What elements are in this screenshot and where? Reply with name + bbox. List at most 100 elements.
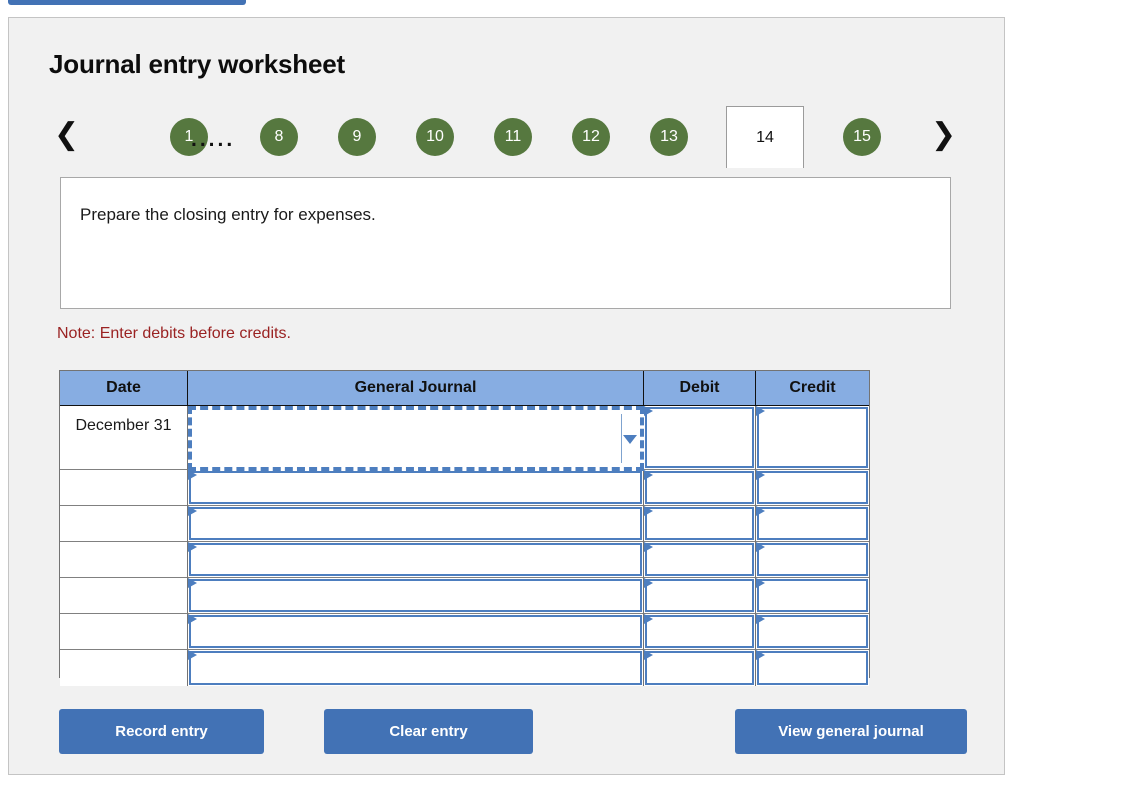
general-journal-cell[interactable] bbox=[188, 506, 644, 542]
cell-marker-icon bbox=[188, 470, 197, 480]
cell-marker-icon bbox=[756, 406, 765, 416]
debit-input[interactable] bbox=[645, 651, 754, 685]
credit-cell[interactable] bbox=[756, 406, 869, 470]
cell-marker-icon bbox=[756, 650, 765, 660]
credit-cell[interactable] bbox=[756, 542, 869, 578]
debit-input[interactable] bbox=[645, 615, 754, 648]
column-header-credit: Credit bbox=[756, 371, 869, 406]
account-input[interactable] bbox=[189, 507, 642, 540]
cell-marker-icon bbox=[644, 650, 653, 660]
general-journal-cell[interactable] bbox=[188, 542, 644, 578]
cell-marker-icon bbox=[188, 506, 197, 516]
partial-blue-bar-top[interactable] bbox=[8, 0, 246, 5]
account-input[interactable] bbox=[189, 471, 642, 504]
general-journal-cell[interactable] bbox=[188, 614, 644, 650]
tab-15[interactable]: 15 bbox=[843, 118, 881, 156]
table-header-row: Date General Journal Debit Credit bbox=[60, 371, 869, 406]
debit-cell[interactable] bbox=[644, 542, 756, 578]
general-journal-cell[interactable] bbox=[188, 578, 644, 614]
prompt-text: Prepare the closing entry for expenses. bbox=[80, 205, 376, 224]
debit-cell[interactable] bbox=[644, 506, 756, 542]
credit-cell[interactable] bbox=[756, 470, 869, 506]
chevron-down-icon[interactable] bbox=[623, 434, 637, 444]
debit-cell[interactable] bbox=[644, 650, 756, 686]
journal-entry-table: Date General Journal Debit Credit Decemb… bbox=[59, 370, 870, 686]
date-cell[interactable] bbox=[60, 542, 188, 578]
table-row bbox=[60, 542, 869, 578]
general-journal-cell-focused[interactable] bbox=[188, 406, 644, 471]
cell-marker-icon bbox=[644, 578, 653, 588]
general-journal-cell[interactable] bbox=[188, 650, 644, 686]
debit-cell[interactable] bbox=[644, 470, 756, 506]
journal-entry-worksheet-panel: Journal entry worksheet ❮ 1 ..... 8 9 10… bbox=[8, 17, 1005, 775]
tab-12[interactable]: 12 bbox=[572, 118, 610, 156]
cell-marker-icon bbox=[644, 406, 653, 416]
credit-input[interactable] bbox=[757, 507, 868, 540]
tab-11[interactable]: 11 bbox=[494, 118, 532, 156]
debit-input[interactable] bbox=[645, 507, 754, 540]
tab-14-active[interactable]: 14 bbox=[726, 106, 804, 168]
view-general-journal-button[interactable]: View general journal bbox=[735, 709, 967, 754]
cell-marker-icon bbox=[644, 506, 653, 516]
date-cell: December 31 bbox=[60, 406, 188, 470]
tab-13[interactable]: 13 bbox=[650, 118, 688, 156]
date-cell[interactable] bbox=[60, 470, 188, 506]
general-journal-cell[interactable] bbox=[188, 470, 644, 506]
credit-input[interactable] bbox=[757, 471, 868, 504]
cell-marker-icon bbox=[188, 650, 197, 660]
table-row bbox=[60, 650, 869, 686]
cell-marker-icon bbox=[756, 578, 765, 588]
debit-input[interactable] bbox=[645, 471, 754, 504]
table-row bbox=[60, 506, 869, 542]
tab-8[interactable]: 8 bbox=[260, 118, 298, 156]
date-cell[interactable] bbox=[60, 650, 188, 686]
previous-tab-arrow-icon[interactable]: ❮ bbox=[54, 120, 79, 150]
next-tab-arrow-icon[interactable]: ❯ bbox=[931, 120, 956, 150]
table-row bbox=[60, 614, 869, 650]
tab-10[interactable]: 10 bbox=[416, 118, 454, 156]
debit-cell[interactable] bbox=[644, 406, 756, 470]
credit-cell[interactable] bbox=[756, 614, 869, 650]
date-cell-value: December 31 bbox=[75, 417, 172, 434]
debit-cell[interactable] bbox=[644, 614, 756, 650]
credit-input[interactable] bbox=[757, 407, 868, 468]
credit-input[interactable] bbox=[757, 615, 868, 648]
tab-ellipsis: ..... bbox=[191, 128, 236, 151]
page-title: Journal entry worksheet bbox=[49, 49, 345, 79]
record-entry-button[interactable]: Record entry bbox=[59, 709, 264, 754]
debit-input[interactable] bbox=[645, 579, 754, 612]
account-input[interactable] bbox=[189, 651, 642, 685]
cell-marker-icon bbox=[756, 506, 765, 516]
account-input[interactable] bbox=[189, 543, 642, 576]
column-header-general-journal: General Journal bbox=[188, 371, 644, 406]
credit-cell[interactable] bbox=[756, 578, 869, 614]
table-row: December 31 bbox=[60, 406, 869, 471]
credit-cell[interactable] bbox=[756, 650, 869, 686]
credit-input[interactable] bbox=[757, 651, 868, 685]
debit-cell[interactable] bbox=[644, 578, 756, 614]
account-dropdown-input[interactable] bbox=[188, 406, 644, 471]
table-row bbox=[60, 470, 869, 506]
cell-marker-icon bbox=[756, 614, 765, 624]
debits-before-credits-note: Note: Enter debits before credits. bbox=[57, 325, 291, 342]
date-cell[interactable] bbox=[60, 578, 188, 614]
cell-marker-icon bbox=[188, 578, 197, 588]
cell-marker-icon bbox=[756, 542, 765, 552]
date-cell[interactable] bbox=[60, 506, 188, 542]
debit-input[interactable] bbox=[645, 543, 754, 576]
clear-entry-button[interactable]: Clear entry bbox=[324, 709, 533, 754]
account-input[interactable] bbox=[189, 579, 642, 612]
credit-cell[interactable] bbox=[756, 506, 869, 542]
cell-marker-icon bbox=[756, 470, 765, 480]
screen-root: Journal entry worksheet ❮ 1 ..... 8 9 10… bbox=[0, 0, 1140, 812]
account-input[interactable] bbox=[189, 615, 642, 648]
column-header-date: Date bbox=[60, 371, 188, 406]
tab-9[interactable]: 9 bbox=[338, 118, 376, 156]
credit-input[interactable] bbox=[757, 543, 868, 576]
cell-marker-icon bbox=[644, 470, 653, 480]
cell-marker-icon bbox=[644, 542, 653, 552]
cell-marker-icon bbox=[188, 614, 197, 624]
date-cell[interactable] bbox=[60, 614, 188, 650]
debit-input[interactable] bbox=[645, 407, 754, 468]
credit-input[interactable] bbox=[757, 579, 868, 612]
